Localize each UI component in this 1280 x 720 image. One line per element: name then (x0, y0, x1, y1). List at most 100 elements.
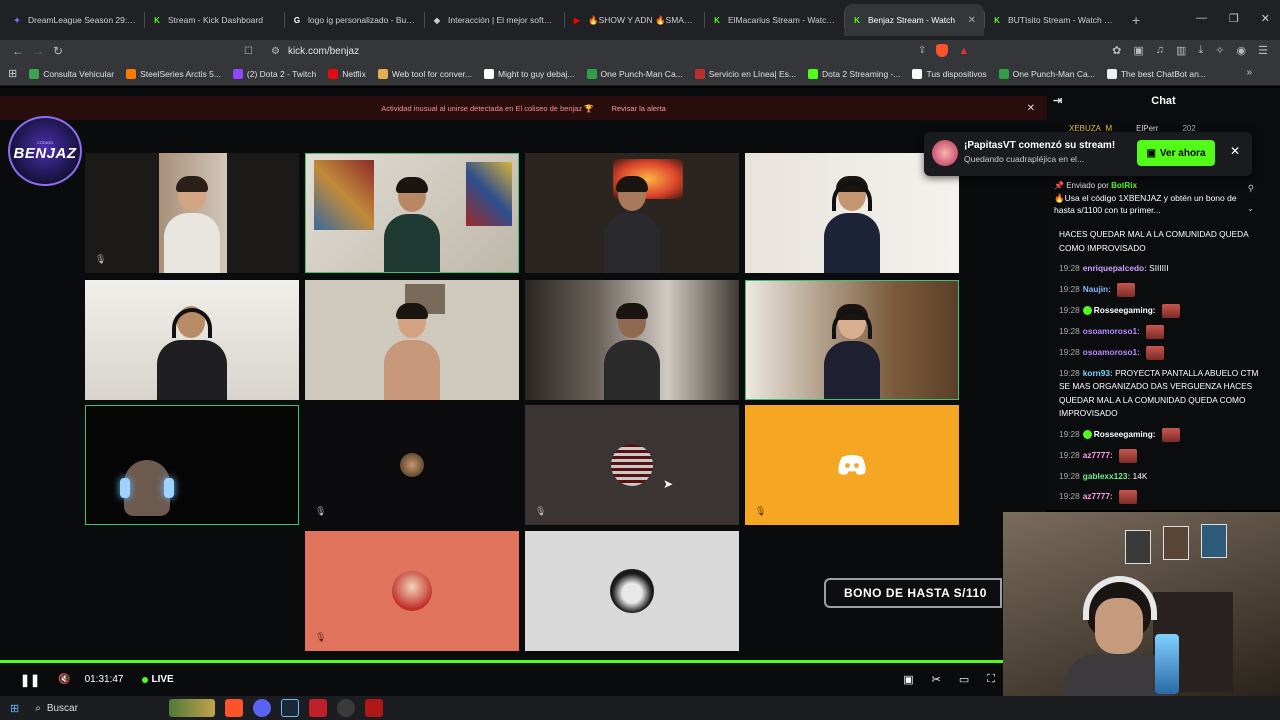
obs-icon[interactable] (337, 699, 356, 717)
message-username[interactable]: korn93: (1083, 368, 1113, 378)
leo-icon[interactable]: ✧ (1215, 44, 1224, 57)
message-time: 19:28 (1059, 449, 1080, 460)
emote-icon (1119, 490, 1138, 504)
browser-tab[interactable]: K Stream - Kick Dashboard (144, 4, 284, 36)
taskbar-search[interactable]: ⌕ Buscar (29, 698, 159, 718)
message-username[interactable]: Naujin: (1083, 284, 1111, 294)
message-time: 19:28 (1059, 428, 1080, 439)
close-icon[interactable]: ✕ (1230, 144, 1240, 158)
bookmark-item[interactable]: One Punch-Man Ca... (998, 68, 1095, 79)
chat-message: 19:28 osoamoroso1: (1059, 345, 1271, 360)
streamer-avatar (932, 140, 958, 166)
media-icon[interactable]: ♫ (1156, 44, 1164, 57)
browser-tab[interactable]: K Benjaz Stream - Watch ✕ (844, 4, 984, 36)
alert-link[interactable]: Revisar la alerta (612, 104, 666, 113)
tab-title: DreamLeague Season 29: South (28, 15, 136, 25)
brave-shield-icon[interactable] (936, 44, 949, 57)
chat-messages: HACES QUEDAR MAL A LA COMUNIDAD QUEDA CO… (1059, 228, 1271, 511)
share-icon[interactable]: ⇪ (918, 45, 926, 56)
forward-icon[interactable]: → (28, 44, 48, 58)
sidebar-icon[interactable]: ▥ (1176, 44, 1186, 57)
bookmarks-overflow-icon[interactable]: » (1246, 67, 1252, 78)
taskbar-widget-icon[interactable] (169, 699, 216, 717)
bookmark-label: Servicio en Línea| Es... (708, 68, 797, 79)
message-username[interactable]: az7777: (1083, 491, 1113, 501)
expand-icon[interactable]: ⌄ (1247, 202, 1254, 214)
tab-favicon-icon: ◆ (433, 15, 441, 25)
bookmark-item[interactable]: Dota 2 Streaming -... (808, 68, 900, 79)
bookmark-item[interactable]: Tus dispositivos (912, 68, 987, 79)
pin-icon: 📌 (1054, 181, 1064, 190)
menu-icon[interactable]: ☰ (1258, 44, 1268, 57)
bookmark-item[interactable]: Consulta Vehicular (29, 68, 115, 79)
browser-tab[interactable]: ▶ 🔥SHOW Y ADN 🔥SMASH VS (564, 4, 704, 36)
theater-mode-icon[interactable]: ▭ (959, 673, 969, 686)
tab-title: 🔥SHOW Y ADN 🔥SMASH VS (588, 14, 696, 25)
chat-message: 19:28 Naujin: (1059, 282, 1271, 297)
rewards-icon[interactable]: ▲ (958, 45, 969, 57)
close-window-icon[interactable]: ✕ (1261, 12, 1270, 25)
back-icon[interactable]: ← (8, 44, 28, 58)
url-field[interactable]: kick.com/benjaz (288, 46, 359, 57)
browser-tab[interactable]: ✦ DreamLeague Season 29: South (4, 4, 144, 36)
steam-icon[interactable] (281, 699, 300, 717)
app-icon[interactable] (309, 699, 328, 717)
new-tab-icon[interactable]: + (1132, 12, 1140, 28)
user-avatar (610, 569, 654, 613)
bookmark-icon[interactable]: ☐ (244, 46, 253, 57)
browser-tab[interactable]: K ElMacarius Stream - Watch Live (704, 4, 844, 36)
bookmark-label: SteelSeries Arctis 5... (140, 68, 221, 79)
app-icon[interactable] (365, 699, 384, 717)
reload-icon[interactable]: ↻ (48, 44, 68, 58)
pip-icon[interactable]: ▣ (903, 673, 913, 686)
close-tab-icon[interactable]: ✕ (968, 15, 976, 26)
discord-app-icon[interactable] (253, 699, 272, 717)
windows-start-icon[interactable]: ⊞ (10, 702, 19, 715)
close-icon[interactable]: ✕ (1027, 103, 1035, 114)
pinned-message[interactable]: 📌 Enviado por BotRix 🔥Usa el código 1XBE… (1054, 180, 1264, 230)
message-time: 19:28 (1059, 346, 1080, 357)
clip-icon[interactable]: ✂ (932, 673, 941, 686)
extensions-icon[interactable]: ✿ (1112, 44, 1121, 57)
wallet-icon[interactable]: ▣ (1133, 44, 1143, 57)
vpn-icon[interactable]: ◉ (1237, 44, 1247, 57)
maximize-icon[interactable]: ❐ (1229, 12, 1239, 25)
video-tile: 🎙 (745, 405, 959, 525)
browser-tab[interactable]: K BUTIsito Stream - Watch Live o (984, 4, 1124, 36)
message-username[interactable]: gablexx123: (1083, 471, 1131, 481)
message-username[interactable]: Rosseegaming: (1094, 305, 1156, 315)
download-icon[interactable]: ⤓ (1198, 44, 1203, 57)
unpin-icon[interactable]: ⚲ (1248, 182, 1254, 194)
tab-favicon-icon: ▶ (573, 15, 581, 25)
fullscreen-icon[interactable]: ⛶ (987, 673, 995, 686)
message-username[interactable]: osoamoroso1: (1083, 326, 1140, 336)
bookmark-item[interactable]: (2) Dota 2 - Twitch (232, 68, 316, 79)
bookmark-item[interactable]: The best ChatBot an... (1106, 68, 1206, 79)
collapse-chat-icon[interactable]: ⇥ (1053, 94, 1062, 107)
bookmark-label: Consulta Vehicular (43, 68, 115, 79)
browser-tab[interactable]: Glogo ig personalizado - Buscar (284, 4, 424, 36)
search-icon: ⌕ (35, 702, 41, 714)
message-username[interactable]: Rosseegaming: (1094, 429, 1156, 439)
mic-muted-icon: 🎙 (755, 506, 767, 516)
bookmark-item[interactable]: Might to guy debaj... (484, 68, 575, 79)
apps-grid-icon[interactable]: ⊞ (8, 67, 17, 80)
brave-browser-icon[interactable] (225, 699, 244, 717)
mute-icon[interactable]: 🔇 (58, 674, 70, 685)
bookmark-item[interactable]: Servicio en Línea| Es... (694, 68, 797, 79)
bookmark-item[interactable]: SteelSeries Arctis 5... (126, 68, 221, 79)
message-username[interactable]: enriquepalcedo: (1083, 263, 1147, 273)
site-info-icon[interactable]: ⚙ (271, 46, 280, 57)
chat-message: 19:28 Rosseegaming: (1059, 303, 1271, 318)
pause-icon[interactable]: ❚❚ (20, 673, 40, 687)
message-username[interactable]: osoamoroso1: (1083, 347, 1140, 357)
browser-tab[interactable]: ◆ Interacción | El mejor software (424, 4, 564, 36)
minimize-icon[interactable]: — (1196, 12, 1207, 25)
bookmark-item[interactable]: Web tool for conver... (377, 68, 472, 79)
bookmark-item[interactable]: Netflix (328, 68, 366, 79)
channel-logo: CODIGO BENJAZ (8, 116, 82, 186)
watch-now-button[interactable]: ▣ Ver ahora (1137, 140, 1215, 166)
message-time: 19:28 (1059, 263, 1080, 273)
bookmark-item[interactable]: One Punch-Man Ca... (586, 68, 683, 79)
message-username[interactable]: az7777: (1083, 450, 1113, 460)
